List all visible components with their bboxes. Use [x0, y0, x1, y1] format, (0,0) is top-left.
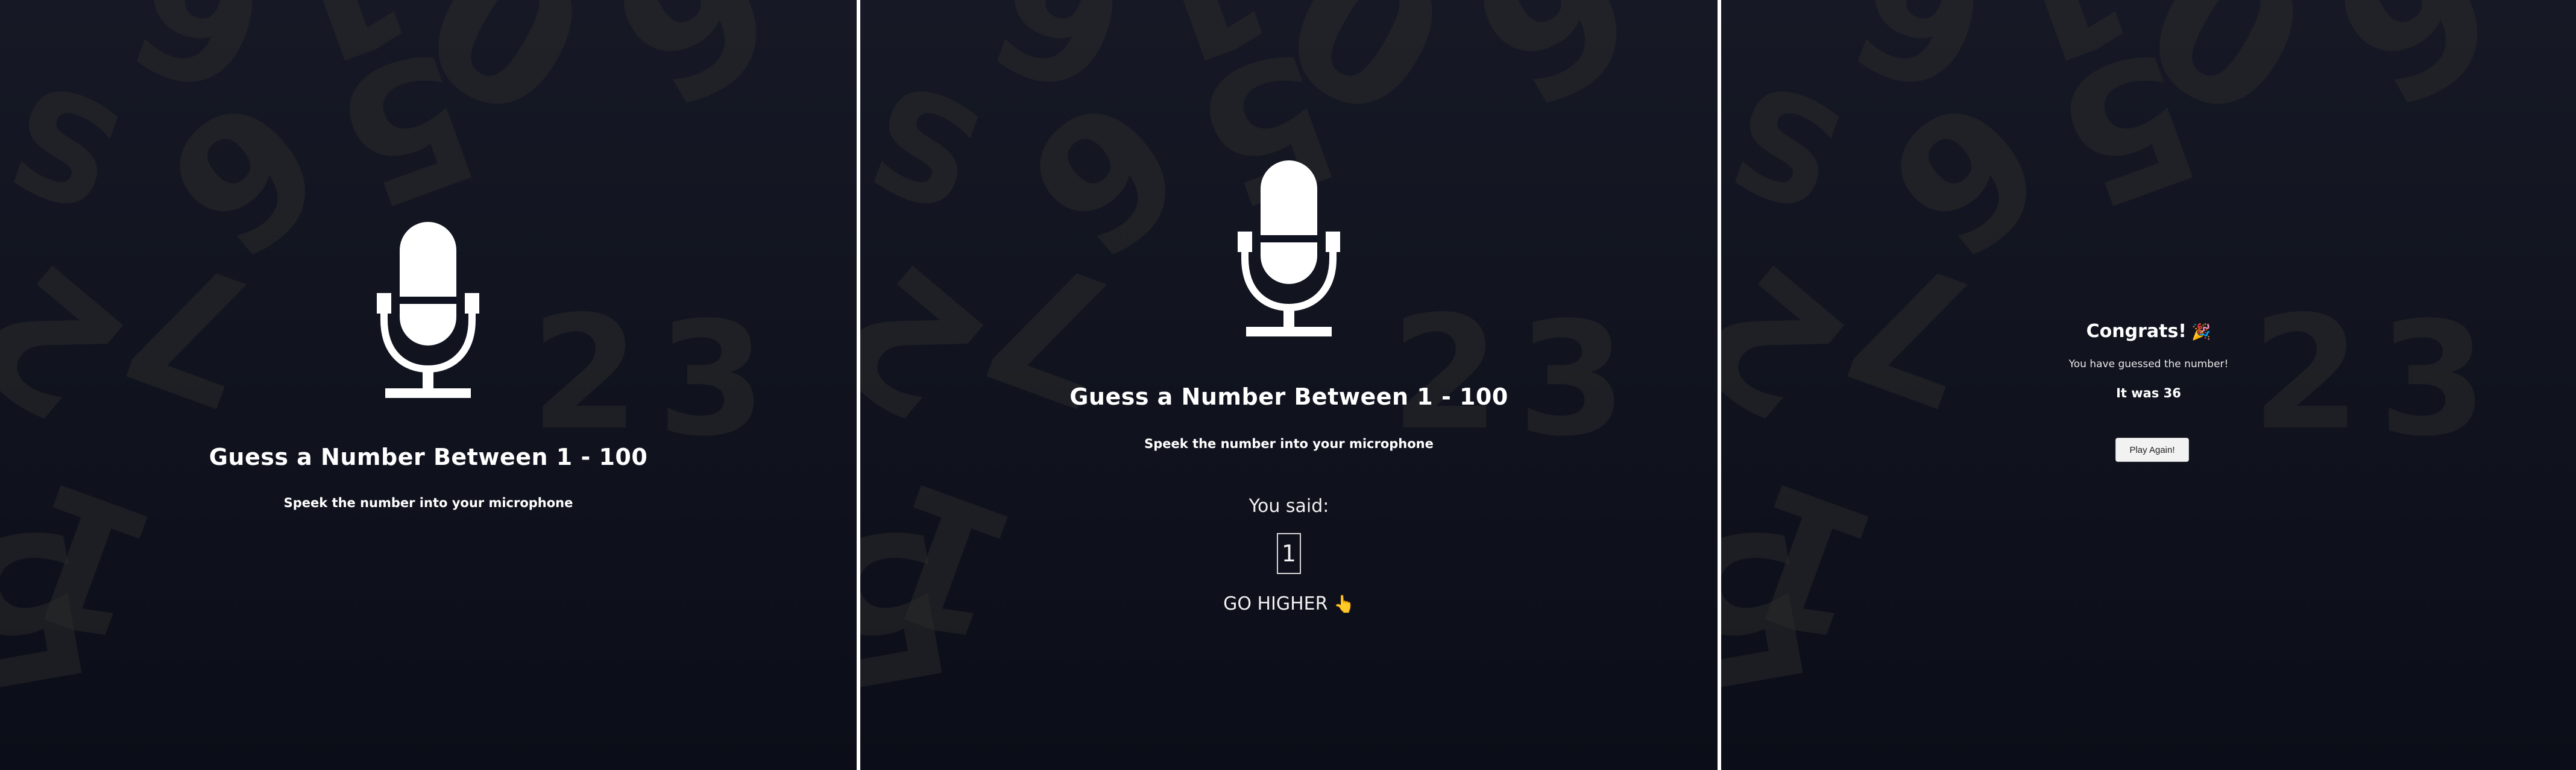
win-screen: 9 0 1 6 5 S 6 2 7 2 3 1 5 Congrats!🎉 You… — [1721, 0, 2576, 770]
background-digit: 0 — [385, 0, 622, 168]
microphone-graphic — [1238, 160, 1340, 336]
you-said-label: You said: — [1249, 496, 1329, 517]
background-digit: 2 — [2252, 283, 2361, 465]
start-screen: 9 0 1 6 5 S 6 2 7 2 3 1 5 Guess a Number… — [0, 0, 857, 770]
background-digit: 7 — [101, 212, 286, 446]
background-digit: 5 — [2032, 6, 2223, 248]
background-digits: 9 0 1 6 5 S 6 2 7 2 3 1 5 — [1721, 0, 2576, 770]
background-digit: 6 — [1828, 0, 2013, 132]
background-digit: 1 — [245, 0, 436, 109]
party-popper-icon: 🎉 — [2191, 323, 2211, 341]
background-digit: 9 — [2299, 0, 2536, 156]
page-title: Guess a Number Between 1 - 100 — [1069, 383, 1508, 410]
page-subtitle: Speek the number into your microphone — [283, 496, 573, 510]
background-digit: 1 — [1106, 0, 1296, 109]
background-digit: 6 — [107, 0, 292, 132]
background-digit: S — [0, 47, 142, 242]
background-digit: 6 — [968, 0, 1152, 132]
background-digit: S — [860, 47, 1003, 242]
page-subtitle: Speek the number into your microphone — [1144, 437, 1434, 451]
background-digit: 6 — [988, 54, 1220, 297]
background-digit: 5 — [1721, 479, 1831, 733]
background-digit: 6 — [128, 54, 360, 297]
background-digit: 1 — [1721, 440, 1903, 682]
microphone-icon[interactable] — [371, 222, 485, 403]
microphone-graphic — [377, 222, 479, 398]
pointing-hand-icon: 👆 — [1334, 594, 1355, 614]
congrats-text: Congrats! — [2086, 321, 2187, 342]
spoken-number: 1 — [1277, 533, 1301, 574]
background-digit: 9 — [1438, 0, 1675, 156]
background-digit: 2 — [531, 283, 640, 465]
background-digit: 6 — [1849, 54, 2081, 297]
background-digit: 0 — [2106, 0, 2343, 168]
microphone-icon[interactable] — [1232, 160, 1346, 341]
success-message: You have guessed the number! — [2068, 358, 2229, 370]
background-digit: 2 — [860, 224, 1021, 458]
background-digit: 9 — [578, 0, 814, 156]
background-digit: 5 — [311, 6, 502, 248]
background-digit: 3 — [657, 289, 766, 471]
background-digit: 2 — [0, 224, 161, 458]
background-digit: 0 — [1245, 0, 1482, 168]
background-digit: S — [1721, 47, 1863, 242]
background-digit: 1 — [0, 440, 182, 682]
play-again-button[interactable]: Play Again! — [2115, 438, 2189, 462]
background-digit: 3 — [1517, 289, 1627, 471]
guess-feedback: GO HIGHER 👆 — [860, 593, 1718, 614]
background-digit: 2 — [1391, 283, 1500, 465]
page-title: Guess a Number Between 1 - 100 — [209, 444, 648, 470]
background-digit: 1 — [860, 440, 1042, 682]
background-digit: 1 — [1967, 0, 2157, 109]
feedback-text: GO HIGHER — [1223, 593, 1328, 614]
guessing-screen: 9 0 1 6 5 S 6 2 7 2 3 1 5 Guess a Number… — [860, 0, 1718, 770]
background-digit: 5 — [0, 479, 110, 733]
answer-reveal: It was 36 — [2116, 386, 2181, 400]
congrats-heading: Congrats! 🎉 — [1721, 321, 2576, 342]
